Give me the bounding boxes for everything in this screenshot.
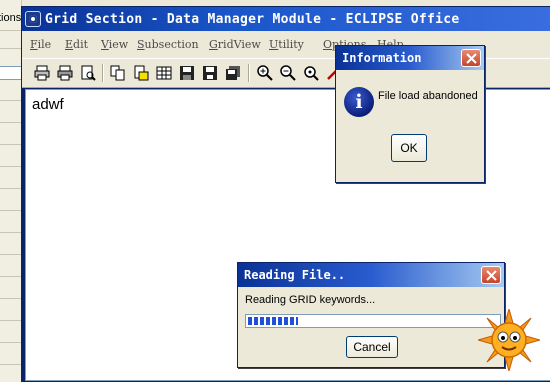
menu-subsection[interactable]: Subsection bbox=[137, 38, 199, 51]
page-preview-icon[interactable] bbox=[78, 63, 98, 83]
divider bbox=[0, 100, 21, 101]
divider bbox=[0, 298, 21, 299]
window-title: Grid Section - Data Manager Module - ECL… bbox=[45, 12, 460, 27]
information-dialog: Information i File load abandoned OK bbox=[335, 45, 485, 183]
content-text: adwf bbox=[32, 96, 64, 113]
grid-icon[interactable] bbox=[154, 63, 174, 83]
close-icon bbox=[485, 269, 497, 281]
divider bbox=[0, 30, 21, 31]
divider bbox=[0, 210, 21, 211]
zoom-reset-icon[interactable] bbox=[301, 63, 321, 83]
ok-button[interactable]: OK bbox=[391, 134, 427, 162]
menu-utility[interactable]: Utility bbox=[269, 38, 304, 51]
menu-file[interactable]: File bbox=[30, 38, 51, 51]
save-as-icon[interactable] bbox=[200, 63, 220, 83]
highlight-icon[interactable] bbox=[131, 63, 151, 83]
divider bbox=[0, 342, 21, 343]
close-button[interactable] bbox=[481, 266, 501, 284]
dialog-title: Reading File.. bbox=[244, 268, 346, 282]
sun-mascot-icon bbox=[478, 309, 540, 371]
divider bbox=[0, 320, 21, 321]
close-icon bbox=[465, 52, 477, 64]
divider bbox=[0, 166, 21, 167]
info-icon: i bbox=[344, 87, 374, 117]
reading-file-dialog: Reading File.. Reading GRID keywords... … bbox=[237, 262, 505, 368]
save-all-icon[interactable] bbox=[223, 63, 243, 83]
progress-bar bbox=[245, 314, 501, 328]
divider bbox=[0, 122, 21, 123]
divider bbox=[0, 144, 21, 145]
dialog-title: Information bbox=[342, 51, 422, 65]
divider bbox=[0, 254, 21, 255]
background-field[interactable] bbox=[0, 66, 21, 80]
dialog-message: File load abandoned bbox=[378, 90, 478, 102]
progress-fill bbox=[248, 317, 298, 325]
close-button[interactable] bbox=[461, 49, 481, 67]
divider bbox=[0, 364, 21, 365]
zoom-in-icon[interactable] bbox=[255, 63, 275, 83]
save-icon[interactable] bbox=[177, 63, 197, 83]
print-icon[interactable] bbox=[32, 63, 52, 83]
toolbar-separator bbox=[248, 64, 250, 82]
divider bbox=[0, 232, 21, 233]
background-window: tions bbox=[0, 0, 22, 382]
menu-edit[interactable]: Edit bbox=[65, 38, 88, 51]
main-title-bar[interactable]: Grid Section - Data Manager Module - ECL… bbox=[22, 7, 550, 31]
divider bbox=[0, 276, 21, 277]
app-icon[interactable] bbox=[25, 11, 41, 27]
reading-file-title-bar[interactable]: Reading File.. bbox=[238, 263, 504, 287]
copy-icon[interactable] bbox=[108, 63, 128, 83]
divider bbox=[0, 188, 21, 189]
divider bbox=[0, 48, 21, 49]
zoom-out-icon[interactable] bbox=[278, 63, 298, 83]
print-preview-icon[interactable] bbox=[55, 63, 75, 83]
menu-gridview[interactable]: GridView bbox=[209, 38, 261, 51]
toolbar-separator bbox=[102, 64, 104, 82]
progress-message: Reading GRID keywords... bbox=[245, 294, 376, 306]
cancel-button[interactable]: Cancel bbox=[346, 336, 398, 358]
background-window-title: tions bbox=[0, 12, 22, 24]
menu-view[interactable]: View bbox=[101, 38, 128, 51]
information-title-bar[interactable]: Information bbox=[336, 46, 484, 70]
